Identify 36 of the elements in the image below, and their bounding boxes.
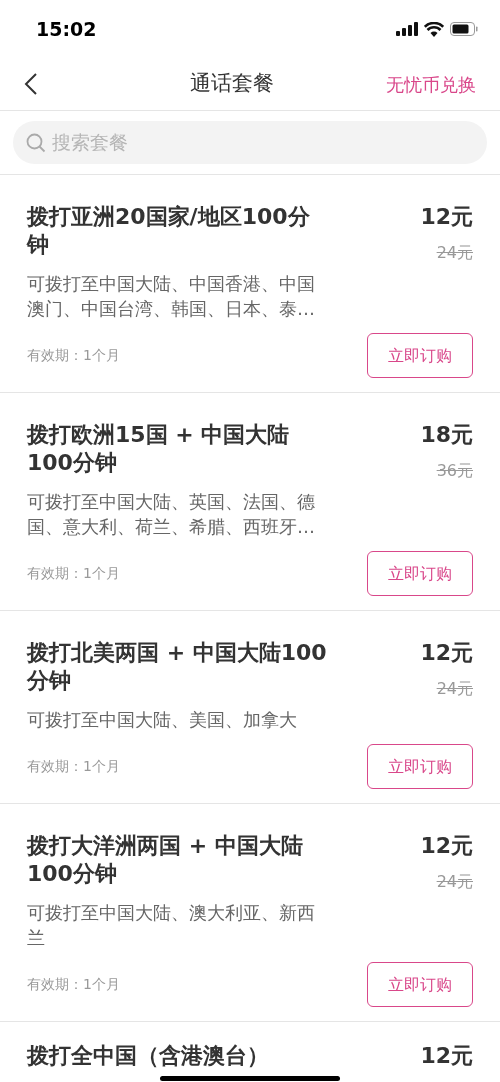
validity-text: 有效期：1个月 [27,564,120,583]
plan-description: 可拨打至中国大陆、英国、法国、德国、意大利、荷兰、希腊、西班牙… [27,490,316,539]
exchange-link[interactable]: 无忧币兑换 [386,70,476,98]
subscribe-button[interactable]: 立即订购 [367,744,473,789]
subscribe-button[interactable]: 立即订购 [367,962,473,1007]
plan-price: 18元 [420,421,473,449]
search-field[interactable]: 搜索套餐 [13,121,487,164]
search-icon [26,132,46,153]
original-price: 24元 [436,678,473,700]
plan-title: 拨打全中国（含港澳台） [27,1042,270,1070]
battery-icon [450,22,478,36]
back-icon[interactable] [24,72,38,96]
validity-text: 有效期：1个月 [27,757,120,776]
plan-title: 拨打欧洲15国 + 中国大陆100分钟 [27,421,291,477]
original-price: 24元 [436,871,473,893]
plan-title: 拨打大洋洲两国 + 中国大陆100分钟 [27,832,304,888]
plan-price: 12元 [420,203,473,231]
plan-description: 可拨打至中国大陆、美国、加拿大 [27,708,298,732]
plan-description: 可拨打至中国大陆、中国香港、中国澳门、中国台湾、韩国、日本、泰… [27,272,316,321]
status-time: 15:02 [36,16,97,42]
search-input[interactable]: 搜索套餐 [52,128,474,157]
page-title: 通话套餐 [190,70,274,98]
subscribe-button[interactable]: 立即订购 [367,551,473,596]
subscribe-button[interactable]: 立即订购 [367,333,473,378]
plan-price: 12元 [420,639,473,667]
original-price: 24元 [436,242,473,264]
plan-price: 12元 [420,832,473,860]
validity-text: 有效期：1个月 [27,975,120,994]
validity-text: 有效期：1个月 [27,346,120,365]
signal-icon [396,22,418,36]
plan-title: 拨打亚洲20国家/地区100分钟 [27,203,311,259]
plan-description: 可拨打至中国大陆、澳大利亚、新西兰 [27,901,316,950]
plan-title: 拨打北美两国 + 中国大陆100分钟 [27,639,327,695]
original-price: 36元 [436,460,473,482]
wifi-icon [424,21,444,37]
plan-price: 12元 [420,1042,473,1070]
